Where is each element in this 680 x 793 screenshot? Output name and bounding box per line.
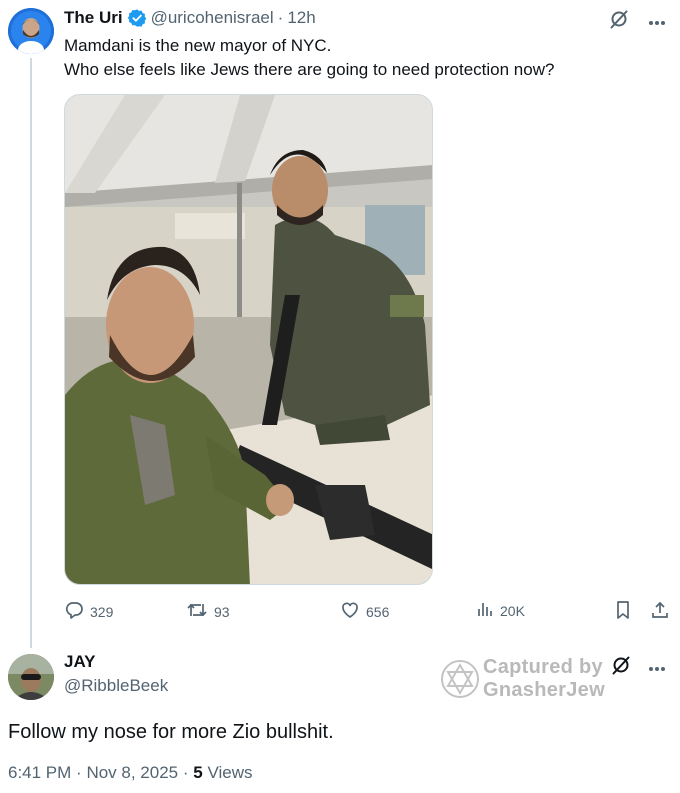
share-icon	[650, 600, 670, 623]
tweet-text-line: Mamdani is the new mayor of NYC.	[64, 36, 332, 55]
tweet-text-line: Who else feels like Jews there are going…	[64, 60, 555, 79]
reply-count: 329	[90, 603, 114, 620]
tweet-top-actions	[608, 8, 666, 35]
star-of-david-icon	[440, 659, 480, 704]
like-count: 656	[366, 603, 390, 620]
reply-author-avatar[interactable]	[8, 654, 54, 700]
reply-views-label: Views	[207, 763, 253, 782]
repost-icon	[186, 600, 208, 623]
thread-connector-line	[30, 58, 32, 648]
reply-author-name[interactable]: JAY	[64, 652, 96, 672]
reply-button[interactable]: 329	[64, 600, 113, 623]
reply-top-actions	[610, 654, 666, 681]
reply-icon	[64, 600, 84, 623]
watermark-line2: GnasherJew	[483, 679, 605, 701]
repost-button[interactable]: 93	[186, 600, 230, 623]
meta-separator: ·	[76, 763, 82, 782]
verified-badge-icon	[127, 8, 147, 28]
bookmark-icon	[614, 600, 632, 623]
bookmark-button[interactable]	[614, 600, 632, 623]
reply-meta: 6:41 PM · Nov 8, 2025 · 5 Views	[8, 763, 253, 783]
views-icon	[476, 600, 494, 621]
share-button[interactable]	[650, 600, 670, 623]
tweet-action-bar: 329 93 656 20K	[64, 600, 674, 624]
more-icon[interactable]	[648, 659, 666, 677]
views-button[interactable]: 20K	[476, 600, 525, 621]
grok-icon[interactable]	[610, 654, 632, 681]
repost-count: 93	[214, 603, 230, 620]
grok-icon[interactable]	[608, 8, 630, 35]
more-icon[interactable]	[648, 13, 666, 31]
author-name[interactable]: The Uri	[64, 7, 123, 29]
author-avatar[interactable]	[8, 8, 54, 54]
like-button[interactable]: 656	[340, 600, 389, 623]
views-count: 20K	[500, 602, 525, 619]
watermark-line1: Captured by	[483, 656, 603, 678]
tweet-photo[interactable]	[64, 94, 433, 585]
reply-text: Follow my nose for more Zio bullshit.	[8, 721, 334, 743]
reply-time[interactable]: 6:41 PM	[8, 763, 71, 782]
tweet-text: Mamdani is the new mayor of NYC. Who els…	[64, 34, 554, 82]
reply-author-handle[interactable]: @RibbleBeek	[64, 676, 168, 696]
like-icon	[340, 600, 360, 623]
tweet-timestamp[interactable]: 12h	[287, 7, 315, 29]
reply-views-count: 5	[193, 763, 203, 782]
tweet-header: The Uri @uricohenisrael · 12h	[64, 7, 316, 29]
author-handle[interactable]: @uricohenisrael	[151, 7, 274, 29]
reply-date[interactable]: Nov 8, 2025	[86, 763, 178, 782]
header-separator: ·	[277, 8, 284, 27]
meta-separator: ·	[182, 763, 189, 782]
